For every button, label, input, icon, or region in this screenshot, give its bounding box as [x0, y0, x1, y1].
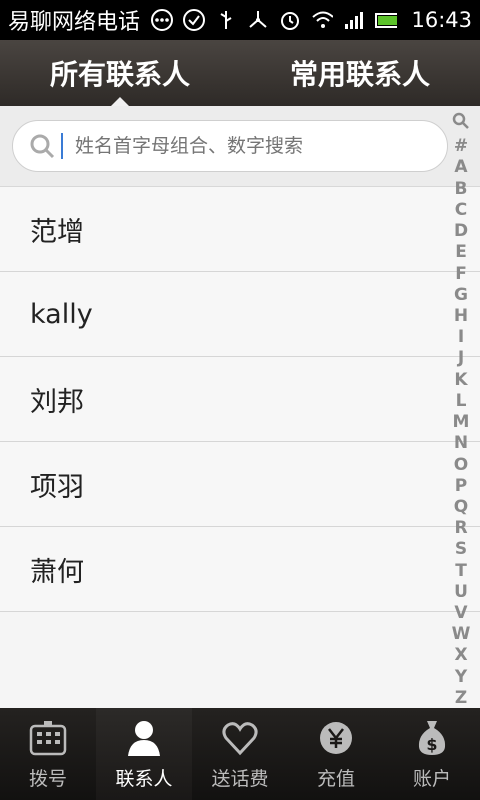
- contact-name: 范增: [30, 216, 84, 248]
- contact-person-icon: [124, 718, 164, 758]
- nav-contacts-label: 联系人: [115, 767, 173, 790]
- check-circle-icon: [183, 9, 206, 31]
- nav-recharge-label: 充值: [316, 767, 355, 790]
- share-icon: [247, 9, 269, 31]
- nav-gift-credit-label: 送话费: [211, 767, 269, 790]
- signal-icon: [343, 9, 365, 31]
- contact-name: 刘邦: [30, 386, 84, 418]
- yen-icon: [316, 718, 356, 758]
- status-icons: 16:43: [151, 8, 472, 32]
- index-letter[interactable]: W: [452, 624, 471, 644]
- contact-list: 范增 kally 刘邦 项羽 萧何: [0, 187, 480, 612]
- index-letter[interactable]: N: [454, 433, 468, 453]
- nav-account[interactable]: $ 账户: [384, 708, 480, 800]
- status-time: 16:43: [411, 8, 472, 32]
- index-letter[interactable]: H: [454, 306, 468, 326]
- index-letter[interactable]: K: [454, 370, 467, 390]
- nav-recharge[interactable]: 充值: [288, 708, 384, 800]
- tab-all-contacts[interactable]: 所有联系人: [0, 40, 240, 107]
- index-letter[interactable]: Z: [455, 688, 467, 708]
- list-item[interactable]: 刘邦: [0, 357, 480, 442]
- nav-dial[interactable]: 拨号: [0, 708, 96, 800]
- index-letter[interactable]: L: [456, 391, 467, 411]
- status-app-title: 易聊网络电话: [8, 10, 141, 35]
- nav-contacts[interactable]: 联系人: [96, 708, 192, 800]
- search-box[interactable]: [12, 120, 448, 172]
- index-letter[interactable]: M: [453, 412, 470, 432]
- index-letter[interactable]: C: [455, 200, 467, 220]
- alarm-icon: [279, 9, 301, 31]
- nav-account-label: 账户: [412, 767, 451, 790]
- contact-name: kally: [30, 298, 93, 330]
- list-item[interactable]: 项羽: [0, 442, 480, 527]
- index-letter[interactable]: V: [454, 603, 467, 623]
- index-letter[interactable]: O: [454, 455, 468, 475]
- nav-gift-credit[interactable]: 送话费: [192, 708, 288, 800]
- tab-all-contacts-label: 所有联系人: [49, 58, 190, 91]
- index-letter[interactable]: R: [454, 518, 467, 538]
- alphabet-index[interactable]: # A B C D E F G H I J K L M N O P Q R S …: [448, 112, 474, 708]
- index-letter[interactable]: B: [455, 179, 468, 199]
- search-input[interactable]: [73, 134, 417, 158]
- index-letter[interactable]: A: [454, 157, 467, 177]
- contact-name: 萧何: [30, 556, 84, 588]
- index-letter[interactable]: S: [455, 539, 467, 559]
- list-item[interactable]: kally: [0, 272, 480, 357]
- index-letter[interactable]: Y: [455, 667, 467, 687]
- index-letter[interactable]: I: [458, 327, 464, 347]
- index-letter[interactable]: Q: [454, 497, 468, 517]
- tab-frequent-contacts-label: 常用联系人: [289, 58, 430, 91]
- index-letter[interactable]: X: [454, 645, 467, 665]
- list-item[interactable]: 萧何: [0, 527, 480, 612]
- contact-tabs: 所有联系人 常用联系人: [0, 40, 480, 107]
- index-letter[interactable]: G: [454, 285, 468, 305]
- search-area: [0, 106, 480, 187]
- index-letter[interactable]: P: [455, 476, 467, 496]
- more-dots-icon: [151, 9, 174, 31]
- index-letter[interactable]: D: [454, 221, 468, 241]
- svg-text:$: $: [426, 735, 437, 754]
- list-item[interactable]: 范增: [0, 187, 480, 272]
- nav-dial-label: 拨号: [28, 767, 67, 790]
- search-icon: [27, 131, 57, 161]
- tab-frequent-contacts[interactable]: 常用联系人: [240, 40, 480, 106]
- dialpad-icon: [28, 718, 68, 758]
- wifi-icon: [311, 9, 334, 31]
- index-search-icon[interactable]: [452, 112, 470, 135]
- contact-name: 项羽: [30, 471, 84, 503]
- index-letter[interactable]: T: [455, 561, 467, 581]
- bottom-nav: 拨号 联系人 送话费 充值 $ 账户: [0, 708, 480, 800]
- status-bar: 易聊网络电话 16:43: [0, 0, 480, 40]
- battery-icon: [375, 9, 398, 31]
- index-letter[interactable]: E: [455, 242, 467, 262]
- usb-icon: [215, 9, 237, 31]
- index-letter[interactable]: U: [454, 582, 468, 602]
- text-cursor: [61, 133, 63, 159]
- money-bag-icon: $: [412, 718, 452, 758]
- index-letter[interactable]: J: [458, 348, 464, 368]
- index-letter[interactable]: F: [455, 264, 467, 284]
- heart-icon: [220, 718, 260, 758]
- index-letter[interactable]: #: [454, 136, 468, 156]
